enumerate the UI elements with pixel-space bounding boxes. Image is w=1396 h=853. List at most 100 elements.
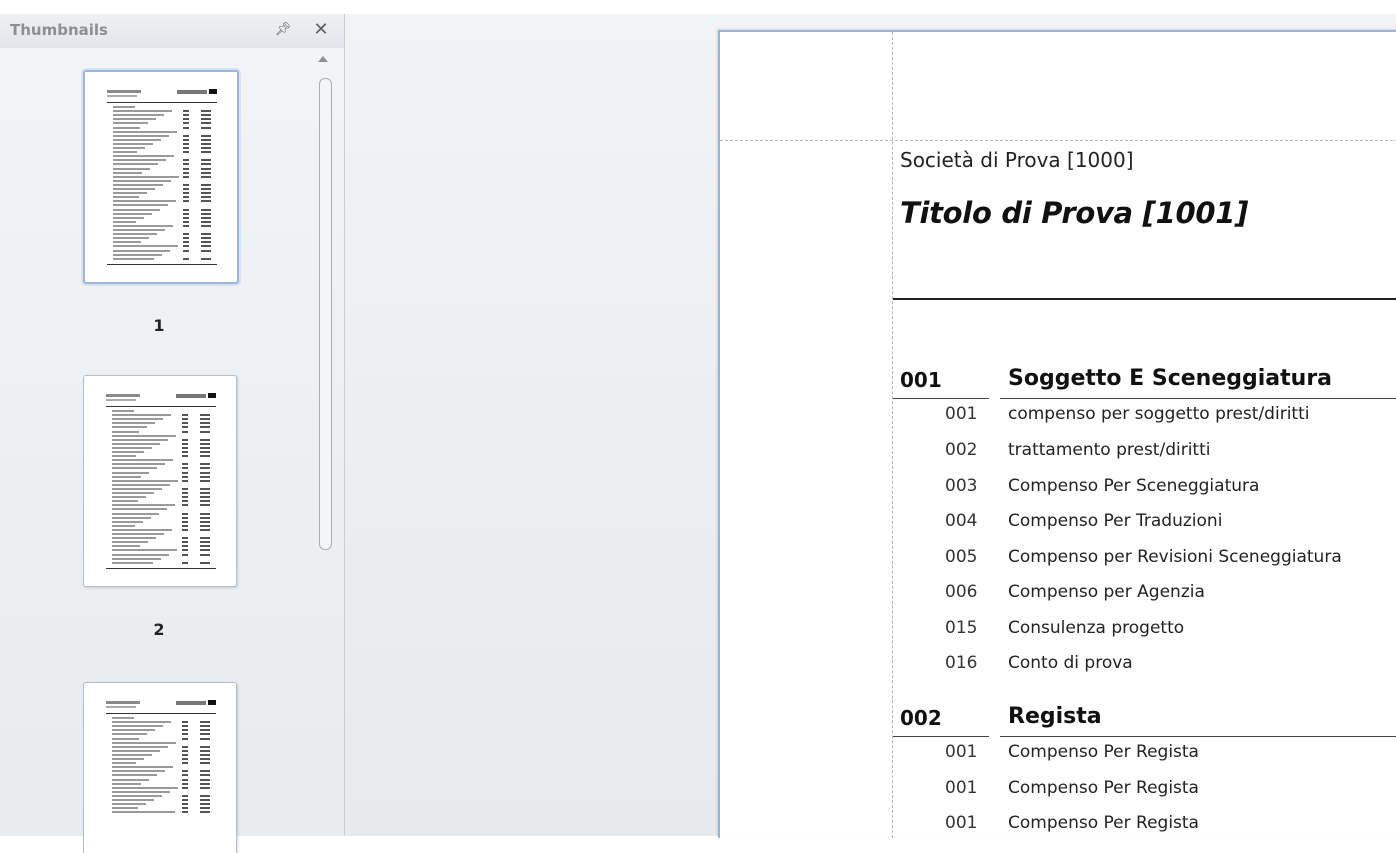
item-code: 001 <box>945 813 978 833</box>
top-strip <box>0 0 1396 14</box>
thumbnail-line <box>113 163 158 166</box>
thumbnail-line <box>182 811 188 814</box>
section-code: 001 <box>900 368 942 392</box>
item-code: 001 <box>945 778 978 798</box>
thumbnail-line <box>112 533 164 535</box>
thumbnail-line <box>200 442 210 445</box>
item-desc: Conto di prova <box>1008 653 1133 673</box>
pin-icon[interactable]: 📌︎ <box>272 19 294 41</box>
thumbnail-line <box>112 537 156 540</box>
thumbnail-line <box>113 200 176 203</box>
thumbnail-line <box>113 257 154 260</box>
thumbnail-line <box>182 745 188 748</box>
thumbnail-line <box>112 475 141 478</box>
thumbnail-line <box>200 504 210 507</box>
thumbnail-line <box>113 167 150 170</box>
thumbnail-line <box>201 142 211 145</box>
thumbnail-line <box>112 790 170 793</box>
item-code: 005 <box>945 547 978 567</box>
item-code: 002 <box>945 440 978 460</box>
thumbnail-line <box>201 122 211 125</box>
thumbnail-line <box>200 537 210 540</box>
thumbnail-line <box>112 446 152 449</box>
thumbnail-line <box>201 224 211 227</box>
thumbnail-line <box>112 762 136 765</box>
thumbnail-line <box>113 216 144 219</box>
thumbnail-line <box>200 737 210 740</box>
close-icon[interactable]: ✕ <box>310 19 332 41</box>
thumbnail-line <box>112 520 143 523</box>
page-thumbnail-1[interactable] <box>83 70 239 284</box>
thumbnail-line <box>113 237 149 240</box>
page-thumbnail-3[interactable] <box>83 682 237 853</box>
thumbnail-line <box>112 479 178 482</box>
section-divider <box>1000 398 1396 399</box>
thumbnail-line <box>183 126 189 129</box>
thumbnail-line <box>182 479 188 482</box>
thumbnail-header-line <box>106 706 136 708</box>
thumbnail-line <box>182 794 188 797</box>
thumbnail-line <box>200 721 210 724</box>
thumbnail-line <box>112 553 169 556</box>
thumbnail-line <box>183 216 189 219</box>
thumbnails-scrollbar[interactable] <box>313 52 337 836</box>
item-desc: Compenso Per Regista <box>1008 813 1199 833</box>
thumbnail-line <box>200 749 210 752</box>
page-thumbnail-2[interactable] <box>83 375 237 587</box>
thumbnail-line <box>182 753 188 756</box>
item-code: 001 <box>945 404 978 424</box>
thumbnail-line <box>112 725 163 728</box>
list-item: 006 Compenso per Agenzia <box>893 578 1396 608</box>
company-name: Società di Prova [1000] <box>900 148 1134 172</box>
list-item: 016 Conto di prova <box>893 649 1396 679</box>
thumbnail-title-mark <box>209 89 217 94</box>
thumbnails-panel: Thumbnails 📌︎ ✕ 1 2 <box>0 14 345 853</box>
thumbnail-line <box>182 758 188 760</box>
thumbnail-line <box>200 422 210 425</box>
thumbnail-line <box>182 426 188 429</box>
item-desc: Compenso Per Sceneggiatura <box>1008 476 1260 496</box>
thumbnail-line <box>182 475 188 478</box>
thumbnail-line <box>112 418 163 421</box>
section-divider <box>893 398 989 399</box>
thumbnail-line <box>201 241 211 244</box>
thumbnail-line <box>200 753 210 756</box>
scrollbar-thumb[interactable] <box>319 78 332 550</box>
thumbnail-line <box>112 422 155 425</box>
thumbnail-line <box>183 233 189 236</box>
thumbnail-line <box>182 786 188 789</box>
thumbnail-line <box>113 110 172 113</box>
thumbnail-line <box>201 192 211 195</box>
thumbnail-line <box>113 183 163 186</box>
margin-guide-horizontal <box>720 140 1396 141</box>
thumbnail-title-mark <box>176 701 206 705</box>
thumbnail-line <box>200 811 210 814</box>
thumbnail-line <box>113 151 137 154</box>
thumbnail-line <box>183 192 189 195</box>
thumbnail-line <box>183 212 189 215</box>
scroll-up-arrow-icon[interactable] <box>318 56 328 62</box>
thumbnail-header-line <box>106 701 140 704</box>
thumbnail-line <box>183 200 189 203</box>
thumbnail-line <box>182 418 188 421</box>
thumbnail-line <box>183 163 189 166</box>
thumbnail-line <box>183 208 189 211</box>
thumbnail-line <box>112 410 134 412</box>
thumbnail-line <box>112 753 152 756</box>
thumbnail-line <box>182 492 188 494</box>
thumbnail-line <box>113 134 169 137</box>
thumbnail-line <box>200 794 210 797</box>
thumbnail-line <box>112 557 161 560</box>
thumbnail-line <box>182 528 188 531</box>
thumbnail-line <box>183 249 189 252</box>
thumbnail-line <box>182 463 188 466</box>
thumbnail-line <box>182 733 188 736</box>
thumbnail-line <box>182 782 188 785</box>
thumbnail-line <box>200 446 210 449</box>
item-desc: compenso per soggetto prest/diritti <box>1008 404 1310 424</box>
thumbnail-line <box>112 766 173 769</box>
thumbnail-line <box>200 729 210 732</box>
thumbnail-rule <box>106 567 216 569</box>
thumbnail-line <box>113 122 148 125</box>
thumbnail-line <box>112 717 134 719</box>
